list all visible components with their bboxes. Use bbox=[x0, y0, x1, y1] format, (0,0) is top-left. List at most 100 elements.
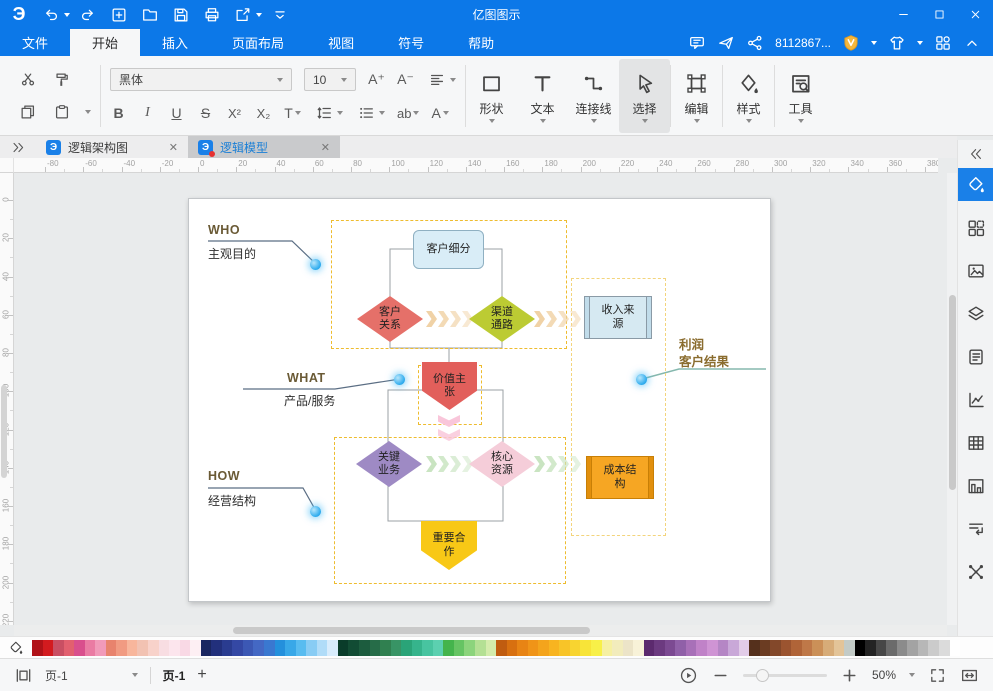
color-swatch[interactable] bbox=[180, 640, 191, 656]
color-swatch[interactable] bbox=[654, 640, 665, 656]
sidebar-button-relation[interactable] bbox=[958, 555, 993, 588]
mode-button-1[interactable]: 形状 bbox=[466, 59, 517, 133]
export-dropdown-caret[interactable] bbox=[256, 13, 262, 17]
page-selector[interactable]: 页-1 bbox=[45, 667, 68, 684]
vip-badge-icon[interactable] bbox=[842, 34, 860, 52]
color-swatch[interactable] bbox=[791, 640, 802, 656]
underline-button[interactable]: U bbox=[168, 103, 185, 123]
zoom-level[interactable]: 50% bbox=[872, 668, 896, 682]
color-swatch[interactable] bbox=[644, 640, 655, 656]
app-logo-icon[interactable]: Э bbox=[0, 4, 38, 25]
color-swatch[interactable] bbox=[686, 640, 697, 656]
color-swatch[interactable] bbox=[907, 640, 918, 656]
color-swatch[interactable] bbox=[370, 640, 381, 656]
font-color-button[interactable]: A bbox=[431, 103, 448, 123]
copy-icon[interactable] bbox=[17, 102, 39, 122]
color-swatch[interactable] bbox=[718, 640, 729, 656]
save-icon[interactable] bbox=[168, 3, 194, 27]
color-swatch[interactable] bbox=[264, 640, 275, 656]
increase-font-button[interactable]: A⁺ bbox=[368, 70, 385, 90]
color-swatch[interactable] bbox=[95, 640, 106, 656]
fullscreen-icon[interactable] bbox=[928, 666, 947, 685]
sidebar-button-chart[interactable] bbox=[958, 383, 993, 416]
new-file-icon[interactable] bbox=[106, 3, 132, 27]
zoom-slider[interactable] bbox=[743, 674, 827, 677]
open-folder-icon[interactable] bbox=[137, 3, 163, 27]
anchor-dot[interactable] bbox=[394, 374, 405, 385]
mode-button-3[interactable]: 连接线 bbox=[568, 59, 619, 133]
node-cost-structure[interactable]: 成本结构 bbox=[586, 456, 654, 499]
anchor-dot[interactable] bbox=[636, 374, 647, 385]
paste-dropdown-caret[interactable] bbox=[85, 110, 91, 114]
tab-overflow-icon[interactable] bbox=[0, 136, 36, 158]
bullet-list-button[interactable] bbox=[355, 103, 385, 123]
maximize-icon[interactable] bbox=[921, 0, 957, 29]
color-swatch[interactable] bbox=[570, 640, 581, 656]
collapse-ribbon-icon[interactable] bbox=[963, 34, 981, 52]
line-spacing-button[interactable] bbox=[313, 103, 343, 123]
color-swatch[interactable] bbox=[401, 640, 412, 656]
mode-button-2[interactable]: 文本 bbox=[517, 59, 568, 133]
sidebar-button-clipart[interactable] bbox=[958, 469, 993, 502]
color-swatch[interactable] bbox=[64, 640, 75, 656]
vertical-scrollbar-thumb[interactable] bbox=[949, 295, 956, 490]
color-swatch[interactable] bbox=[760, 640, 771, 656]
color-swatch[interactable] bbox=[253, 640, 264, 656]
color-swatch[interactable] bbox=[201, 640, 212, 656]
pages-icon[interactable] bbox=[14, 666, 33, 685]
doc-tab-2[interactable]: Э逻辑模型✕ bbox=[188, 136, 340, 158]
color-swatch[interactable] bbox=[433, 640, 444, 656]
vip-dropdown-caret[interactable] bbox=[871, 41, 877, 45]
menu-tab-3[interactable]: 插入 bbox=[140, 29, 210, 56]
color-swatch[interactable] bbox=[728, 640, 739, 656]
color-swatch[interactable] bbox=[53, 640, 64, 656]
color-swatch[interactable] bbox=[696, 640, 707, 656]
color-swatch[interactable] bbox=[348, 640, 359, 656]
undo-icon[interactable] bbox=[38, 3, 64, 27]
apps-grid-icon[interactable] bbox=[934, 34, 952, 52]
fill-bucket-icon[interactable] bbox=[0, 640, 32, 656]
menu-tab-2[interactable]: 开始 bbox=[70, 29, 140, 56]
theme-shirt-icon[interactable] bbox=[888, 34, 906, 52]
horizontal-scrollbar[interactable] bbox=[14, 625, 947, 636]
color-swatch[interactable] bbox=[464, 640, 475, 656]
feedback-icon[interactable] bbox=[688, 34, 706, 52]
color-swatch[interactable] bbox=[116, 640, 127, 656]
minimize-icon[interactable] bbox=[885, 0, 921, 29]
drawing-page[interactable]: 客户细分 客户关系 渠道通路 价值主张 关键业务 核心资源 重要合作 收入来源 … bbox=[188, 198, 771, 602]
color-swatch[interactable] bbox=[749, 640, 760, 656]
color-swatch[interactable] bbox=[549, 640, 560, 656]
color-swatch[interactable] bbox=[855, 640, 866, 656]
node-revenue-stream[interactable]: 收入来源 bbox=[584, 296, 652, 339]
italic-button[interactable]: I bbox=[139, 103, 156, 123]
color-swatch[interactable] bbox=[243, 640, 254, 656]
color-swatch[interactable] bbox=[865, 640, 876, 656]
color-swatch[interactable] bbox=[127, 640, 138, 656]
color-swatch[interactable] bbox=[211, 640, 222, 656]
color-swatch[interactable] bbox=[285, 640, 296, 656]
color-swatch[interactable] bbox=[781, 640, 792, 656]
color-swatch[interactable] bbox=[422, 640, 433, 656]
zoom-out-icon[interactable] bbox=[711, 666, 730, 685]
format-painter-icon[interactable] bbox=[51, 70, 73, 90]
font-family-select[interactable]: 黑体 bbox=[110, 68, 292, 91]
align-button[interactable] bbox=[426, 70, 456, 90]
color-swatch[interactable] bbox=[412, 640, 423, 656]
color-swatch[interactable] bbox=[802, 640, 813, 656]
color-swatch[interactable] bbox=[950, 640, 961, 656]
zoom-slider-thumb[interactable] bbox=[756, 669, 769, 682]
subscript-button[interactable]: X₂ bbox=[255, 103, 272, 123]
color-swatch[interactable] bbox=[222, 640, 233, 656]
color-swatch[interactable] bbox=[232, 640, 243, 656]
color-swatch[interactable] bbox=[823, 640, 834, 656]
text-style-button[interactable]: T bbox=[284, 103, 301, 123]
sidebar-button-table[interactable] bbox=[958, 426, 993, 459]
color-swatch[interactable] bbox=[359, 640, 370, 656]
color-swatch[interactable] bbox=[32, 640, 43, 656]
left-scrollbar-thumb[interactable] bbox=[1, 385, 7, 478]
anchor-dot[interactable] bbox=[310, 259, 321, 270]
color-swatch[interactable] bbox=[834, 640, 845, 656]
color-swatch[interactable] bbox=[475, 640, 486, 656]
send-icon[interactable] bbox=[717, 34, 735, 52]
collapse-panel-icon[interactable] bbox=[958, 140, 993, 168]
